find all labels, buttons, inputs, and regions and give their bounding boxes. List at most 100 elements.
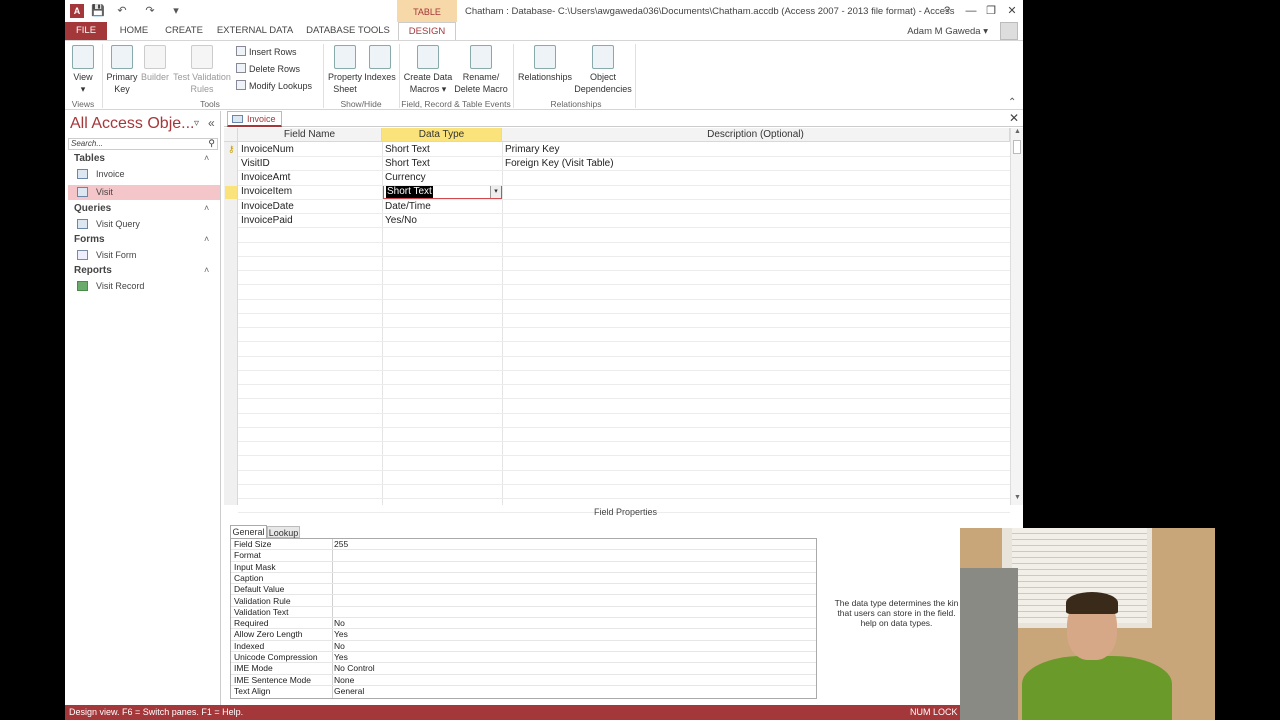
- property-row[interactable]: Unicode Compression Yes: [231, 652, 816, 664]
- nav-item-visit-form[interactable]: Visit Form: [68, 248, 220, 263]
- property-row[interactable]: Allow Zero Length Yes: [231, 629, 816, 641]
- row-selector[interactable]: ⚷: [225, 143, 237, 156]
- property-value[interactable]: No: [334, 641, 345, 652]
- property-sheet-button[interactable]: Property Sheet: [327, 45, 363, 95]
- close-button[interactable]: ✕: [1003, 3, 1021, 19]
- nav-item-visit-query[interactable]: Visit Query: [68, 217, 220, 232]
- create-data-macros-button[interactable]: Create Data Macros ▾: [402, 45, 454, 95]
- field-name-cell[interactable]: InvoiceAmt: [241, 171, 290, 185]
- primary-key-button[interactable]: Primary Key: [105, 45, 139, 95]
- row-selector[interactable]: [225, 200, 237, 213]
- chevron-up-icon[interactable]: ˄: [204, 203, 209, 213]
- property-value[interactable]: Yes: [334, 652, 348, 663]
- save-icon[interactable]: 💾: [91, 4, 105, 18]
- nav-group-forms[interactable]: Forms: [74, 234, 105, 245]
- property-value[interactable]: None: [334, 675, 354, 686]
- property-row[interactable]: Required No: [231, 618, 816, 630]
- document-tab-invoice[interactable]: Invoice: [227, 111, 282, 127]
- column-header-field-name[interactable]: Field Name: [238, 128, 382, 142]
- tab-general[interactable]: General: [230, 525, 267, 538]
- field-name-cell[interactable]: InvoiceItem: [241, 185, 292, 199]
- scroll-up-icon[interactable]: ▲: [1011, 128, 1023, 138]
- redo-icon[interactable]: ↷: [143, 4, 157, 18]
- chevron-up-icon[interactable]: ˄: [204, 153, 209, 163]
- property-row[interactable]: Validation Rule: [231, 596, 816, 607]
- property-row[interactable]: Format: [231, 550, 816, 562]
- data-type-cell[interactable]: Short Text: [385, 157, 430, 171]
- property-row[interactable]: Indexed No: [231, 641, 816, 652]
- tab-file[interactable]: FILE: [65, 22, 107, 40]
- grid-scrollbar[interactable]: ▲ ▼: [1010, 128, 1023, 505]
- nav-pane-title[interactable]: All Access Obje...: [70, 115, 195, 133]
- row-selector[interactable]: [225, 157, 237, 170]
- nav-group-queries[interactable]: Queries: [74, 203, 111, 214]
- data-type-dropdown[interactable]: Short Text ▾: [383, 185, 502, 199]
- column-header-description[interactable]: Description (Optional): [502, 128, 1010, 142]
- property-value[interactable]: No Control: [334, 663, 375, 674]
- tab-design[interactable]: DESIGN: [398, 22, 456, 40]
- test-validation-rules-button[interactable]: Test Validation Rules: [172, 45, 232, 95]
- tab-home[interactable]: HOME: [115, 22, 153, 40]
- nav-item-invoice[interactable]: Invoice: [68, 167, 220, 182]
- row-selector[interactable]: [225, 214, 237, 227]
- field-name-cell[interactable]: InvoicePaid: [241, 214, 293, 228]
- close-document-icon[interactable]: ✕: [1009, 111, 1019, 125]
- description-cell[interactable]: Primary Key: [505, 143, 559, 157]
- search-icon[interactable]: ⚲: [208, 138, 215, 148]
- customize-quick-access-icon[interactable]: ▾: [169, 4, 183, 18]
- relationships-button[interactable]: Relationships: [517, 45, 573, 83]
- view-button[interactable]: View ▾: [69, 45, 97, 95]
- dropdown-arrow-icon[interactable]: ▾: [490, 186, 501, 198]
- tab-external-data[interactable]: EXTERNAL DATA: [215, 22, 295, 40]
- property-row[interactable]: Default Value: [231, 584, 816, 596]
- nav-search-input[interactable]: Search... ⚲: [68, 138, 218, 150]
- undo-icon[interactable]: ↶: [115, 4, 129, 18]
- data-type-cell[interactable]: Short Text: [385, 143, 430, 157]
- tab-create[interactable]: CREATE: [161, 22, 207, 40]
- scroll-down-icon[interactable]: ▼: [1011, 494, 1023, 504]
- field-name-cell[interactable]: InvoiceNum: [241, 143, 294, 157]
- column-header-data-type[interactable]: Data Type: [382, 128, 502, 142]
- insert-rows-button[interactable]: Insert Rows: [236, 46, 297, 57]
- collapse-ribbon-icon[interactable]: ⌃: [1008, 97, 1016, 108]
- data-type-cell[interactable]: Date/Time: [385, 200, 431, 214]
- row-selector-current[interactable]: [225, 186, 237, 199]
- tab-database-tools[interactable]: DATABASE TOOLS: [305, 22, 391, 40]
- nav-group-tables[interactable]: Tables: [74, 153, 105, 164]
- scrollbar-thumb[interactable]: [1013, 140, 1021, 154]
- avatar[interactable]: [1000, 22, 1018, 40]
- user-account[interactable]: Adam M Gaweda ▾: [907, 26, 988, 37]
- nav-item-visit[interactable]: Visit: [68, 185, 220, 200]
- indexes-button[interactable]: Indexes: [363, 45, 397, 83]
- modify-lookups-button[interactable]: Modify Lookups: [236, 80, 312, 91]
- chevron-up-icon[interactable]: ˄: [204, 265, 209, 275]
- shutter-bar-close-icon[interactable]: «: [208, 116, 215, 130]
- nav-item-visit-record[interactable]: Visit Record: [68, 279, 220, 294]
- object-dependencies-button[interactable]: Object Dependencies: [573, 45, 633, 95]
- nav-group-reports[interactable]: Reports: [74, 265, 112, 276]
- property-value[interactable]: 255: [334, 539, 348, 550]
- tab-lookup[interactable]: Lookup: [267, 526, 300, 538]
- field-name-cell[interactable]: VisitID: [241, 157, 270, 171]
- data-type-cell[interactable]: Currency: [385, 171, 426, 185]
- property-row[interactable]: IME Mode No Control: [231, 663, 816, 675]
- rename-delete-macro-button[interactable]: Rename/ Delete Macro: [454, 45, 508, 95]
- property-row[interactable]: Caption: [231, 573, 816, 585]
- property-row[interactable]: Field Size 255: [231, 539, 816, 551]
- description-cell[interactable]: Foreign Key (Visit Table): [505, 157, 614, 171]
- data-type-cell[interactable]: Yes/No: [385, 214, 417, 228]
- help-button[interactable]: ?: [938, 3, 956, 19]
- minimize-button[interactable]: —: [962, 3, 980, 19]
- row-selector[interactable]: [225, 171, 237, 184]
- chevron-up-icon[interactable]: ˄: [204, 234, 209, 244]
- property-row[interactable]: Validation Text: [231, 607, 816, 619]
- property-value[interactable]: No: [334, 618, 345, 629]
- builder-button[interactable]: Builder: [140, 45, 170, 83]
- delete-rows-button[interactable]: Delete Rows: [236, 63, 300, 74]
- nav-menu-icon[interactable]: ▿: [194, 118, 199, 129]
- property-value[interactable]: Yes: [334, 629, 348, 640]
- property-row[interactable]: Text Align General: [231, 686, 816, 697]
- property-value[interactable]: General: [334, 686, 364, 697]
- property-row[interactable]: Input Mask: [231, 562, 816, 573]
- property-row[interactable]: IME Sentence Mode None: [231, 675, 816, 686]
